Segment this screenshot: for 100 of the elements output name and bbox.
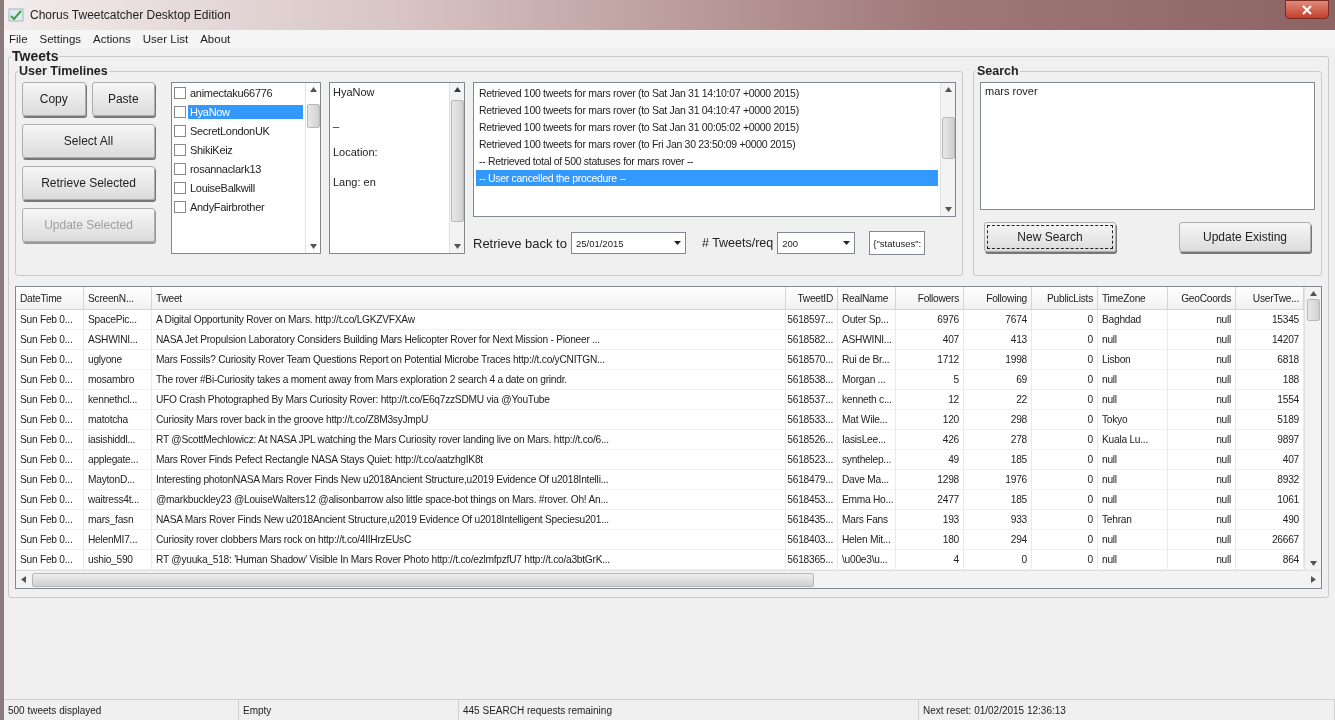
- column-header[interactable]: RealName: [838, 287, 896, 309]
- scrollbar-thumb[interactable]: [450, 100, 464, 222]
- vertical-scrollbar[interactable]: [449, 83, 464, 253]
- button[interactable]: Paste: [91, 82, 155, 116]
- list-item[interactable]: SecretLondonUK: [188, 124, 272, 138]
- table-cell: 0: [1032, 470, 1098, 489]
- vertical-scrollbar[interactable]: [1304, 287, 1321, 570]
- table-cell: 5618538...: [786, 370, 838, 389]
- table-cell: \u00e3\u...: [838, 550, 896, 569]
- status-text: 445 SEARCH requests remaining: [459, 700, 919, 720]
- table-cell: 0: [1032, 530, 1098, 549]
- button[interactable]: Update Existing: [1179, 222, 1311, 252]
- column-header[interactable]: TweetID: [786, 287, 838, 309]
- table-cell: Sun Feb 0...: [16, 510, 84, 529]
- table-cell: applegate...: [84, 450, 152, 469]
- list-item[interactable]: ShikiKeiz: [188, 143, 235, 157]
- status-text: Empty: [239, 700, 459, 720]
- scroll-right-icon: [1311, 576, 1316, 583]
- count-combo[interactable]: 200: [777, 232, 856, 254]
- table-cell: Sun Feb 0...: [16, 330, 84, 349]
- table-cell: 933: [964, 510, 1032, 529]
- table-cell: 5618453...: [786, 490, 838, 509]
- checkbox[interactable]: [174, 201, 186, 213]
- scroll-up-icon: [944, 87, 952, 92]
- scrollbar-thumb[interactable]: [32, 572, 814, 587]
- table-cell: Tokyo: [1098, 410, 1168, 429]
- checkbox[interactable]: [174, 163, 186, 175]
- column-header[interactable]: GeoCoords: [1168, 287, 1236, 309]
- column-header[interactable]: Following: [964, 287, 1032, 309]
- button[interactable]: Select All: [22, 124, 155, 158]
- checkbox[interactable]: [174, 106, 186, 118]
- scrollbar-thumb[interactable]: [1306, 299, 1320, 321]
- checkbox[interactable]: [174, 144, 186, 156]
- list-item[interactable]: LouiseBalkwill: [188, 181, 257, 195]
- table-cell: 0: [1032, 410, 1098, 429]
- close-button[interactable]: [1285, 0, 1329, 19]
- table-cell: Sun Feb 0...: [16, 490, 84, 509]
- column-header[interactable]: PublicLists: [1032, 287, 1098, 309]
- menu-item[interactable]: File: [8, 33, 29, 45]
- table-cell: Morgan ...: [838, 370, 896, 389]
- table-cell: Sun Feb 0...: [16, 470, 84, 489]
- table-cell: null: [1168, 490, 1236, 509]
- table-cell: 413: [964, 330, 1032, 349]
- table-cell: 5618537...: [786, 390, 838, 409]
- menu-item[interactable]: Settings: [38, 33, 83, 45]
- table-cell: 5618365...: [786, 550, 838, 569]
- scrollbar-thumb[interactable]: [941, 117, 955, 159]
- table-cell: kenneth c...: [838, 390, 896, 409]
- table-cell: NASA Mars Rover Finds New u2018Ancient Structure,u2019 Evidence Of u2018Intelligent Speciesu201...: [152, 510, 786, 529]
- column-header[interactable]: DateTime: [16, 287, 84, 309]
- column-header[interactable]: TimeZone: [1098, 287, 1168, 309]
- vertical-scrollbar[interactable]: [940, 83, 955, 216]
- table-cell: 5: [896, 370, 964, 389]
- table-cell: 69: [964, 370, 1032, 389]
- field-label: Retrieve back to: [473, 235, 567, 251]
- scroll-down-icon: [453, 244, 461, 249]
- checkbox[interactable]: [174, 125, 186, 137]
- table-cell: 2477: [896, 490, 964, 509]
- status-text: Next reset: 01/02/2015 12:36:13: [919, 700, 1335, 720]
- list-item[interactable]: animectaku66776: [188, 86, 275, 100]
- table-cell: Sun Feb 0...: [16, 350, 84, 369]
- table-cell: 12: [896, 390, 964, 409]
- table-cell: NASA Jet Propulsion Laboratory Considers Building Mars Helicopter Rover for Next Mission - Pioneer ...: [152, 330, 786, 349]
- detail-text: _: [333, 116, 341, 128]
- close-icon: [1302, 4, 1312, 15]
- menu-item[interactable]: About: [199, 33, 232, 45]
- table-cell: A Digital Opportunity Rover on Mars. http://t.co/LGKZVFXAw: [152, 310, 786, 329]
- list-item[interactable]: AndyFairbrother: [188, 200, 267, 214]
- search-field[interactable]: mars rover: [980, 82, 1315, 210]
- log-entry[interactable]: Retrieved 100 tweets for mars rover (to Fri Jan 30 23:50:09 +0000 2015): [476, 136, 938, 152]
- table-cell: 185: [964, 490, 1032, 509]
- log-entry[interactable]: Retrieved 100 tweets for mars rover (to Sat Jan 31 00:05:02 +0000 2015): [476, 119, 938, 135]
- table-cell: matotcha: [84, 410, 152, 429]
- date-combo[interactable]: 25/01/2015: [570, 232, 686, 254]
- table-cell: null: [1098, 550, 1168, 569]
- log-entry[interactable]: Retrieved 100 tweets for mars rover (to Sat Jan 31 04:10:47 +0000 2015): [476, 102, 938, 118]
- button[interactable]: Retrieve Selected: [22, 166, 155, 200]
- scroll-down-icon: [1309, 561, 1317, 566]
- horizontal-scrollbar[interactable]: [16, 570, 1321, 588]
- menu-item[interactable]: Actions: [92, 33, 132, 45]
- vertical-scrollbar[interactable]: [305, 83, 320, 253]
- column-header[interactable]: ScreenN...: [84, 287, 152, 309]
- table-cell: 5618523...: [786, 450, 838, 469]
- button[interactable]: New Search: [984, 222, 1116, 252]
- table-cell: Curiosity rover clobbers Mars rock on http://t.co/4IIHrzEUsC: [152, 530, 786, 549]
- table-cell: 1298: [896, 470, 964, 489]
- button[interactable]: Copy: [22, 82, 86, 116]
- checkbox[interactable]: [174, 87, 186, 99]
- checkbox[interactable]: [174, 182, 186, 194]
- list-item[interactable]: rosannaclark13: [188, 162, 263, 176]
- log-entry[interactable]: Retrieved 100 tweets for mars rover (to Sat Jan 31 14:10:07 +0000 2015): [476, 85, 938, 101]
- table-cell: 1976: [964, 470, 1032, 489]
- table-cell: 0: [1032, 330, 1098, 349]
- text-field[interactable]: {"statuses":: [869, 231, 926, 255]
- column-header[interactable]: Followers: [896, 287, 964, 309]
- column-header[interactable]: Tweet: [152, 287, 786, 309]
- log-entry[interactable]: -- Retrieved total of 500 statuses for mars rover --: [476, 153, 938, 169]
- menu-item[interactable]: User List: [141, 33, 190, 45]
- scrollbar-thumb[interactable]: [306, 104, 320, 128]
- caret-icon: [673, 241, 681, 245]
